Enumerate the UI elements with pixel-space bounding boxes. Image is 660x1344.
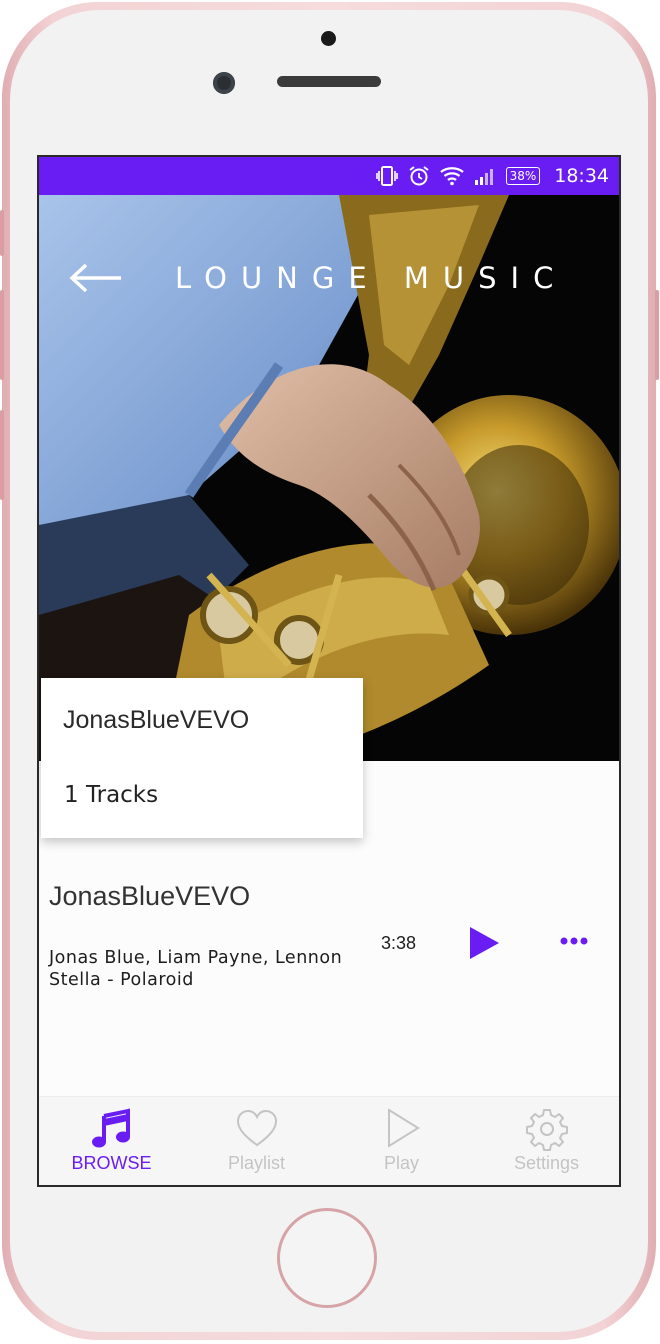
nav-label-playlist: Playlist (227, 1153, 285, 1173)
gear-icon (525, 1109, 568, 1151)
home-button[interactable] (277, 1208, 377, 1308)
camera-dot (321, 31, 336, 46)
track-duration: 3:38 (381, 933, 417, 953)
alarm-icon (408, 166, 429, 186)
album-info-card: JonasBlueVEVO 1 Tracks (41, 678, 363, 838)
power-button (655, 290, 659, 380)
mute-switch (0, 210, 4, 256)
nav-item-browse[interactable]: BROWSE (39, 1097, 184, 1185)
app-screen: 38% 18:34 LOUNGE MUSIC JonasBlueVEVO 1 T… (37, 155, 621, 1187)
album-track-count: 1 Tracks (64, 782, 159, 808)
nav-item-settings[interactable]: Settings (474, 1097, 619, 1185)
track-title[interactable]: JonasBlueVEVO (49, 881, 250, 912)
vibrate-icon (375, 166, 398, 186)
front-camera (213, 72, 235, 94)
nav-item-play[interactable]: Play (329, 1097, 474, 1185)
album-cover-image: LOUNGE MUSIC (39, 195, 619, 761)
play-icon[interactable] (465, 923, 505, 963)
track-artist: Jonas Blue, Liam Payne, Lennon Stella - … (49, 948, 343, 990)
heart-icon (236, 1109, 277, 1147)
bottom-navigation: BROWSE Playlist Play Settings (39, 1096, 619, 1185)
play-outline-icon (387, 1108, 420, 1148)
status-time: 18:34 (554, 165, 609, 187)
signal-icon (474, 169, 493, 185)
wifi-icon (439, 167, 464, 186)
page-title: LOUNGE MUSIC (175, 261, 568, 295)
back-arrow-icon[interactable] (69, 263, 123, 293)
status-bar: 38% 18:34 (39, 157, 619, 195)
volume-down-button (0, 410, 4, 500)
nav-label-browse: BROWSE (71, 1153, 152, 1173)
status-icons: 38% 18:34 (375, 163, 609, 189)
music-note-icon (91, 1108, 130, 1148)
more-dots-icon[interactable] (556, 929, 596, 953)
nav-item-playlist[interactable]: Playlist (184, 1097, 329, 1185)
volume-up-button (0, 290, 4, 380)
album-name: JonasBlueVEVO (63, 706, 250, 734)
nav-label-settings: Settings (513, 1153, 580, 1173)
battery-indicator: 38% (505, 167, 541, 185)
nav-label-play: Play (383, 1153, 419, 1173)
earpiece-speaker (277, 76, 381, 87)
